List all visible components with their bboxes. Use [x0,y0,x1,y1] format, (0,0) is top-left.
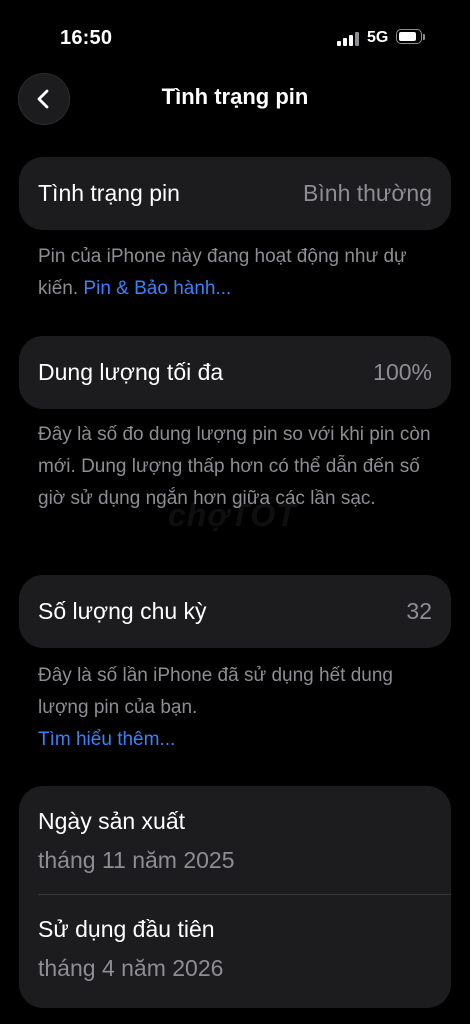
cycle-count-row: Số lượng chu kỳ 32 [19,575,451,648]
network-type: 5G [367,29,389,46]
cycle-count-label: Số lượng chu kỳ [38,598,207,624]
maximum-capacity-row: Dung lượng tối đa 100% [19,336,451,409]
status-time: 16:50 [60,27,113,49]
manufacture-date-value: tháng 11 năm 2025 [38,847,235,873]
cellular-signal-icon [337,30,359,46]
cycle-count-value: 32 [406,598,432,624]
battery-health-row: Tình trạng pin Bình thường [19,157,451,230]
battery-health-label: Tình trạng pin [38,180,180,206]
maximum-capacity-value: 100% [373,359,432,385]
first-use-label: Sử dụng đầu tiên [38,916,215,942]
cycle-count-note: Đây là số lần iPhone đã sử dụng hết dung… [38,660,443,756]
learn-more-link[interactable]: Tìm hiểu thêm... [38,724,443,756]
first-use-value: tháng 4 năm 2026 [38,955,224,981]
battery-icon [396,29,426,46]
battery-health-value: Bình thường [303,180,432,206]
watermark-logo: chợTỐT [168,497,297,533]
battery-warranty-link[interactable]: Pin & Bảo hành... [83,278,231,299]
manufacture-date-label: Ngày sản xuất [38,808,186,834]
battery-health-note: Pin của iPhone này đang hoạt động như dự… [38,241,443,305]
status-bar: 16:50 5G [0,0,470,78]
page-title: Tình trạng pin [161,84,309,109]
maximum-capacity-label: Dung lượng tối đa [38,359,224,385]
cycle-count-note-text: Đây là số lần iPhone đã sử dụng hết dung… [38,665,393,718]
battery-dates-card: Ngày sản xuất tháng 11 năm 2025 Sử dụng … [19,786,451,1008]
